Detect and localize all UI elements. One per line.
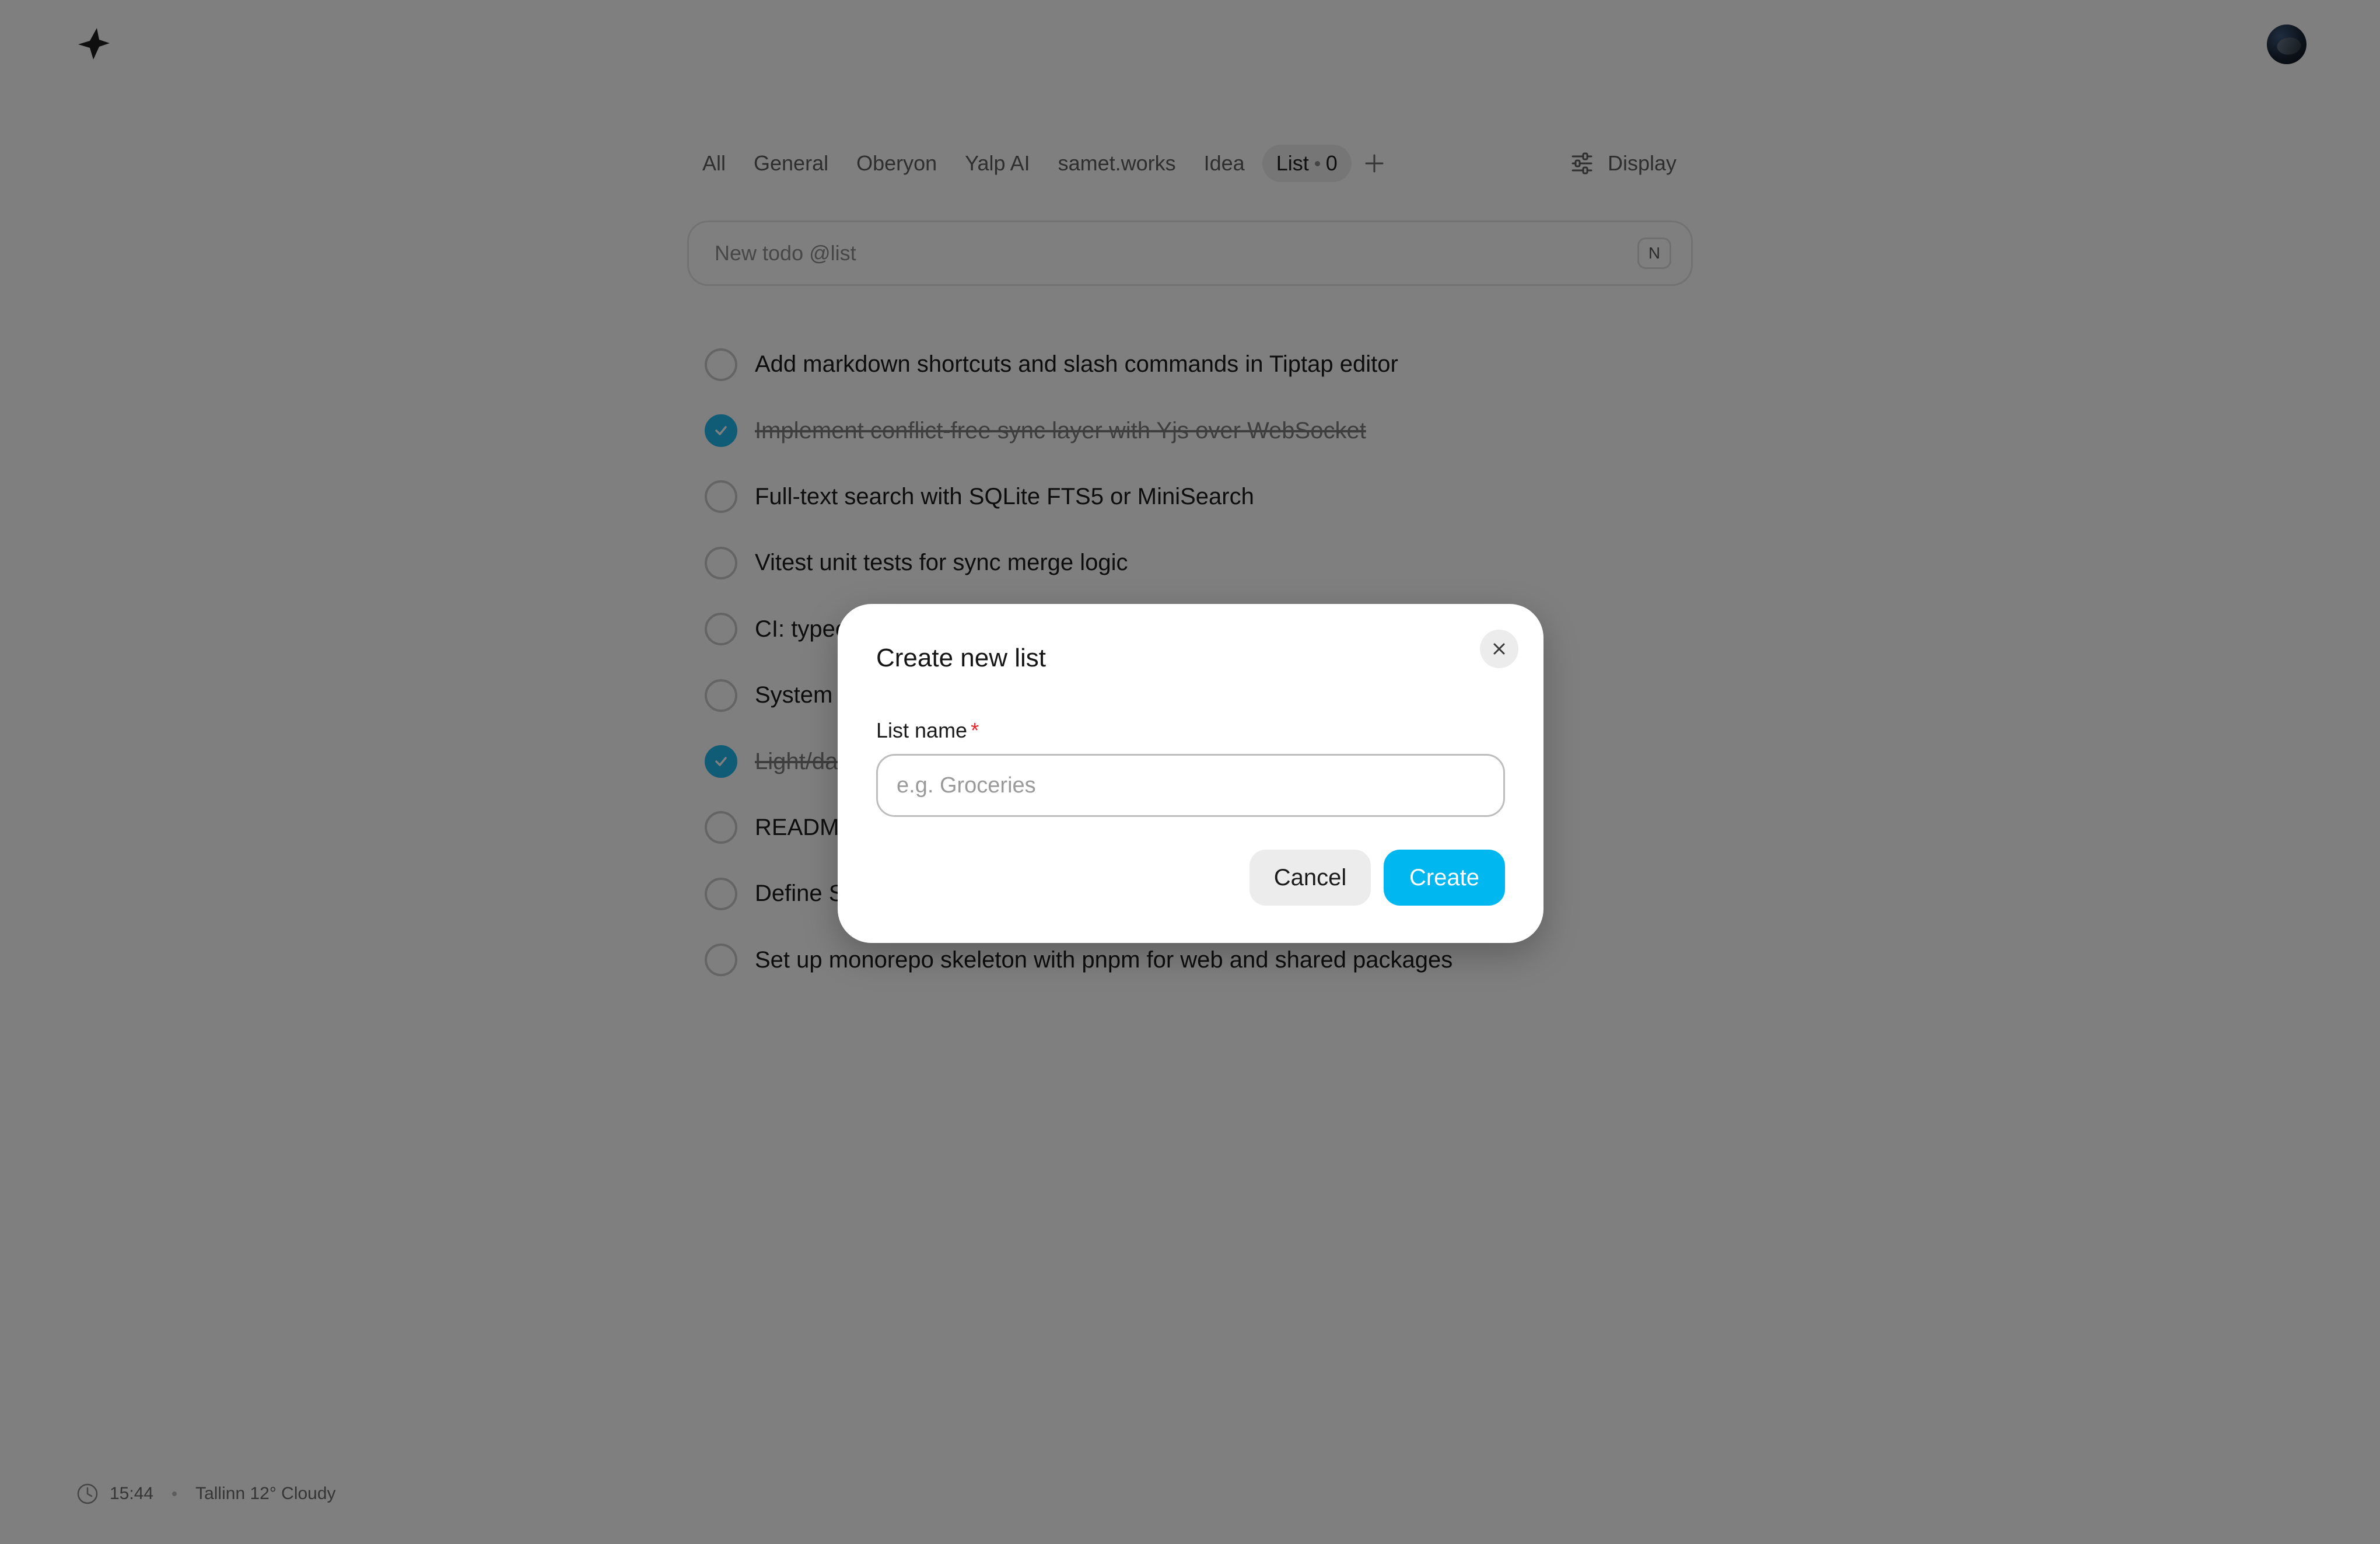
close-button[interactable] xyxy=(1480,630,1518,668)
cancel-button[interactable]: Cancel xyxy=(1250,850,1371,906)
list-name-label-text: List name xyxy=(876,718,968,742)
create-list-dialog: Create new list List name* Cancel Create xyxy=(838,604,1544,943)
dialog-title: Create new list xyxy=(876,644,1046,672)
close-icon xyxy=(1493,643,1505,655)
list-name-label: List name * xyxy=(876,718,979,743)
create-button[interactable]: Create xyxy=(1384,850,1505,906)
list-name-input[interactable] xyxy=(876,754,1505,817)
required-asterisk: * xyxy=(971,718,979,742)
